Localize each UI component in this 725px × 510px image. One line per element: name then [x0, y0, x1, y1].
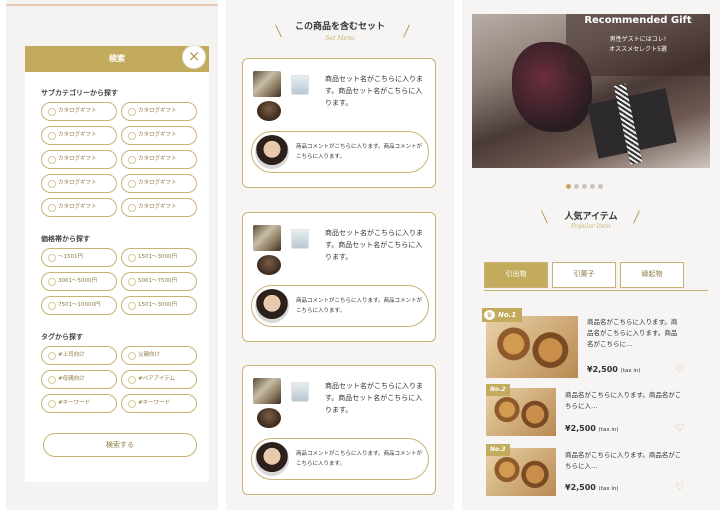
price-option[interactable]: 5001〜7500円 — [121, 272, 197, 291]
tab-hikidemono[interactable]: 引出物 — [484, 262, 548, 288]
section-title: 人気アイテム — [564, 212, 618, 222]
set-thumbnail — [257, 101, 281, 121]
set-card[interactable]: 商品セット名がこちらに入ります。商品セット名がこちらに入ります。 商品コメントが… — [242, 212, 436, 342]
rank-badge: No.3 — [486, 444, 510, 456]
comment-text: 商品コメントがこちらに入ります。商品コメントがこちらに入ります。 — [296, 451, 422, 467]
set-card[interactable]: 商品セット名がこちらに入ります。商品セット名がこちらに入ります。 商品コメントが… — [242, 365, 436, 495]
carousel-dot[interactable] — [590, 184, 595, 189]
section-title: この商品を含むセット — [294, 22, 385, 32]
hero-title: Recommended Gift — [584, 15, 692, 26]
product-name[interactable]: 商品名がこちらに入ります。商品名がこちらに入… — [565, 390, 685, 412]
close-icon[interactable]: × — [182, 45, 206, 69]
set-thumbnail — [253, 71, 281, 97]
tax-label: (tax in) — [620, 368, 641, 374]
set-thumbnail — [257, 408, 281, 428]
subcategory-option[interactable]: カタログギフト — [121, 174, 197, 193]
tab-hikigashi[interactable]: 引菓子 — [552, 262, 616, 288]
set-thumbnail — [257, 255, 281, 275]
tax-label: (tax in) — [598, 486, 619, 492]
rank-badge: No.2 — [486, 384, 510, 396]
set-comment: 商品コメントがこちらに入ります。商品コメントがこちらに入ります。 — [251, 438, 429, 480]
subcategory-title: サブカテゴリーから探す — [41, 89, 118, 97]
tag-option[interactable]: #ペアアイテム — [121, 370, 197, 389]
set-comment: 商品コメントがこちらに入ります。商品コメントがこちらに入ります。 — [251, 285, 429, 327]
set-thumbnail — [253, 225, 281, 251]
price-option[interactable]: 1501〜3000円 — [121, 248, 197, 267]
hero-subtitle-line: オススメセレクト5選 — [609, 46, 667, 53]
subcategory-option[interactable]: カタログギフト — [41, 174, 117, 193]
subcategory-option[interactable]: カタログギフト — [121, 102, 197, 121]
subcategory-option[interactable]: カタログギフト — [121, 126, 197, 145]
price-option[interactable]: 7501〜10000円 — [41, 296, 117, 315]
heart-icon[interactable]: ♡ — [675, 423, 684, 434]
set-name: 商品セット名がこちらに入ります。商品セット名がこちらに入ります。 — [325, 75, 423, 107]
carousel-dot[interactable] — [566, 184, 571, 189]
top-divider — [6, 4, 218, 6]
set-name: 商品セット名がこちらに入ります。商品セット名がこちらに入ります。 — [325, 229, 423, 261]
product-price: ¥2,500 (tax in) — [565, 483, 619, 492]
heart-icon[interactable]: ♡ — [675, 364, 684, 375]
price-value: ¥2,500 — [565, 483, 596, 492]
search-button[interactable]: 検索する — [43, 433, 197, 457]
product-name[interactable]: 商品名がこちらに入ります。商品名がこちらに入… — [565, 450, 685, 472]
filter-screen: 検索 サブカテゴリーから探す カタログギフト カタログギフト カタログギフト カ… — [6, 0, 218, 510]
set-comment: 商品コメントがこちらに入ります。商品コメントがこちらに入ります。 — [251, 131, 429, 173]
filter-modal: 検索 サブカテゴリーから探す カタログギフト カタログギフト カタログギフト カ… — [25, 46, 209, 482]
price-option[interactable]: 1501〜3000円 — [121, 296, 197, 315]
tag-option[interactable]: #キーワード — [121, 394, 197, 413]
subcategory-option[interactable]: カタログギフト — [121, 198, 197, 217]
tax-label: (tax in) — [598, 427, 619, 433]
subcategory-option[interactable]: カタログギフト — [41, 126, 117, 145]
price-option[interactable]: 〜1501円 — [41, 248, 117, 267]
hero-subtitle-line: 男性ゲストにはコレ! — [609, 36, 667, 43]
avatar — [255, 289, 289, 323]
ranking-screen: Recommended Gift 男性ゲストにはコレ! オススメセレクト5選 人… — [462, 0, 720, 510]
set-name: 商品セット名がこちらに入ります。商品セット名がこちらに入ります。 — [325, 382, 423, 414]
price-value: ¥2,500 — [565, 424, 596, 433]
price-option[interactable]: 3001〜5000円 — [41, 272, 117, 291]
set-menu-screen: この商品を含むセット Set Menu 商品セット名がこちらに入ります。商品セッ… — [226, 0, 454, 510]
hero-subtitle: 男性ゲストにはコレ! オススメセレクト5選 — [566, 35, 710, 55]
tab-underline — [484, 290, 708, 291]
section-subtitle: Set Menu — [325, 35, 355, 42]
tab-engimono[interactable]: 縁起物 — [620, 262, 684, 288]
carousel-dot[interactable] — [598, 184, 603, 189]
product-image[interactable] — [486, 316, 578, 378]
section-subtitle: Popular Item — [571, 223, 611, 230]
carousel-dot[interactable] — [574, 184, 579, 189]
comment-text: 商品コメントがこちらに入ります。商品コメントがこちらに入ります。 — [296, 298, 422, 314]
price-range-title: 価格帯から探す — [41, 235, 90, 243]
set-thumbnail — [291, 382, 309, 402]
subcategory-option[interactable]: カタログギフト — [41, 198, 117, 217]
crown-icon: ♛ — [483, 309, 496, 321]
subcategory-option[interactable]: カタログギフト — [121, 150, 197, 169]
price-value: ¥2,500 — [587, 365, 618, 374]
tag-title: タグから探す — [41, 333, 83, 341]
subcategory-option[interactable]: カタログギフト — [41, 150, 117, 169]
tag-option[interactable]: #キーワード — [41, 394, 117, 413]
set-thumbnail — [291, 75, 309, 95]
tag-option[interactable]: 父親向け — [121, 346, 197, 365]
tag-option[interactable]: #上司向け — [41, 346, 117, 365]
subcategory-option[interactable]: カタログギフト — [41, 102, 117, 121]
avatar — [255, 135, 289, 169]
product-name[interactable]: 商品名がこちらに入ります。商品名がこちらに入ります。商品名がこちらに… — [587, 317, 683, 350]
set-thumbnail — [253, 378, 281, 404]
comment-text: 商品コメントがこちらに入ります。商品コメントがこちらに入ります。 — [296, 144, 422, 160]
product-price: ¥2,500 (tax in) — [565, 424, 619, 433]
tag-option[interactable]: #母親向け — [41, 370, 117, 389]
product-price: ¥2,500 (tax in) — [587, 365, 641, 374]
carousel-dot[interactable] — [582, 184, 587, 189]
set-thumbnail — [291, 229, 309, 249]
avatar — [255, 442, 289, 476]
heart-icon[interactable]: ♡ — [675, 482, 684, 493]
set-card[interactable]: 商品セット名がこちらに入ります。商品セット名がこちらに入ります。 商品コメントが… — [242, 58, 436, 188]
